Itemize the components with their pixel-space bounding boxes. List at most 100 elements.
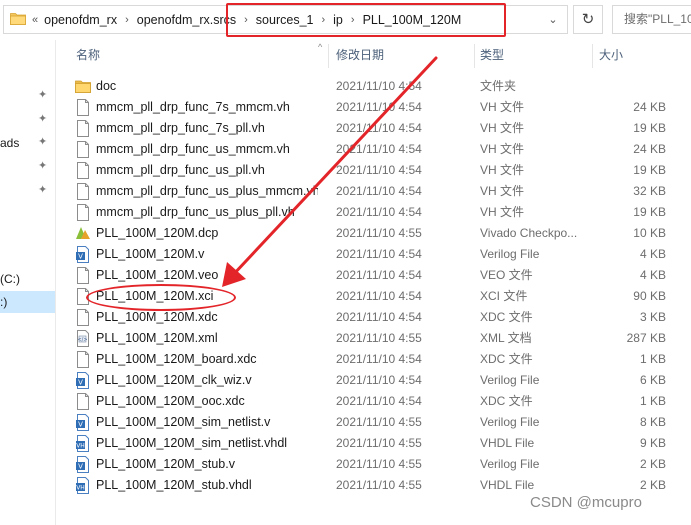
file-type: VHDL File (480, 436, 535, 450)
file-type: XCI 文件 (480, 289, 528, 303)
file-date: 2021/11/10 4:54 (336, 373, 422, 387)
file-name: mmcm_pll_drp_func_us_pll.vh (96, 163, 265, 177)
file-name: mmcm_pll_drp_func_us_plus_mmcm.vh (96, 184, 318, 198)
pin-icon[interactable]: ✦ (38, 113, 50, 125)
chevron-right-icon[interactable]: › (244, 14, 248, 26)
svg-text:V: V (78, 253, 83, 261)
breadcrumb-overflow-icon[interactable]: « (32, 14, 38, 26)
file-name: PLL_100M_120M_clk_wiz.v (96, 373, 252, 387)
svg-text:V: V (78, 379, 83, 387)
file-date: 2021/11/10 4:54 (336, 205, 422, 219)
file-name: mmcm_pll_drp_func_7s_pll.vh (96, 121, 265, 135)
file-type: VH 文件 (480, 205, 525, 219)
file-name-cell: PLL_100M_120M.veo (96, 265, 318, 286)
verilog-file-icon: V (75, 246, 91, 263)
file-size: 8 KB (639, 415, 666, 429)
column-header-date[interactable]: 修改日期 (330, 40, 476, 71)
file-type: Verilog File (480, 373, 540, 387)
file-row[interactable]: PLL_100M_120M_board.xdc 2021/11/10 4:54 XD… (56, 349, 691, 370)
file-row[interactable]: PLL_100M_120M_ooc.xdc 2021/11/10 4:54 XDC … (56, 391, 691, 412)
breadcrumb-item[interactable]: PLL_100M_120M (363, 13, 462, 27)
refresh-button[interactable]: ↻ (573, 5, 603, 34)
file-name: PLL_100M_120M.v (96, 247, 205, 261)
file-row[interactable]: mmcm_pll_drp_func_us_plus_pll.vh 2021/11/… (56, 202, 691, 223)
column-header-name[interactable]: 名称 (70, 40, 328, 71)
breadcrumb-item[interactable]: openofdm_rx.srcs (137, 13, 236, 27)
file-date: 2021/11/10 4:54 (336, 289, 422, 303)
file-size: 1 KB (639, 394, 666, 408)
breadcrumb-item[interactable]: ip (333, 13, 343, 27)
breadcrumb-item[interactable]: openofdm_rx (44, 13, 117, 27)
file-date: 2021/11/10 4:54 (336, 100, 422, 114)
file-type: XML 文档 (480, 331, 532, 345)
file-row[interactable]: mmcm_pll_drp_func_us_pll.vh 2021/11/10 4:… (56, 160, 691, 181)
vivado-checkpoint-icon (75, 225, 91, 242)
file-size: 4 KB (639, 247, 666, 261)
nav-item-selected[interactable]: :) (0, 291, 55, 313)
file-date: 2021/11/10 4:55 (336, 415, 422, 429)
pin-icon[interactable]: ✦ (38, 184, 50, 196)
file-date: 2021/11/10 4:54 (336, 247, 422, 261)
file-type: XDC 文件 (480, 310, 533, 324)
file-date: 2021/11/10 4:54 (336, 394, 422, 408)
file-icon (75, 162, 91, 179)
chevron-right-icon[interactable]: › (351, 14, 355, 26)
file-date: 2021/11/10 4:54 (336, 268, 422, 282)
file-row[interactable]: mmcm_pll_drp_func_7s_mmcm.vh 2021/11/10 4… (56, 97, 691, 118)
nav-item-drive-c[interactable]: (C:) (0, 272, 20, 286)
chevron-right-icon[interactable]: › (321, 14, 325, 26)
column-header-size[interactable]: 大小 (593, 40, 673, 71)
svg-text:VH: VH (76, 443, 85, 450)
file-row[interactable]: V PLL_100M_120M.v 2021/11/10 4:54 Verilog F… (56, 244, 691, 265)
file-row[interactable]: V PLL_100M_120M_clk_wiz.v 2021/11/10 4:54 V… (56, 370, 691, 391)
file-row[interactable]: V PLL_100M_120M_sim_netlist.v 2021/11/10 4… (56, 412, 691, 433)
file-row[interactable]: VH PLL_100M_120M_sim_netlist.vhdl 2021/11/… (56, 433, 691, 454)
chevron-down-icon[interactable]: ⌄ (542, 11, 564, 29)
file-name-cell: doc (96, 76, 318, 97)
file-date: 2021/11/10 4:55 (336, 478, 422, 492)
file-name-cell: PLL_100M_120M.xdc (96, 307, 318, 328)
file-row[interactable]: PLL_100M_120M.xci 2021/11/10 4:54 XCI 文件 90… (56, 286, 691, 307)
chevron-right-icon[interactable]: › (125, 14, 129, 26)
pin-icon[interactable]: ✦ (38, 136, 50, 148)
nav-item-label: :) (0, 295, 8, 309)
column-header-type[interactable]: 类型 (474, 40, 592, 71)
file-row[interactable]: mmcm_pll_drp_func_us_plus_mmcm.vh 2021/11… (56, 181, 691, 202)
breadcrumb-item[interactable]: sources_1 (256, 13, 314, 27)
file-icon (75, 267, 91, 284)
file-size: 4 KB (639, 268, 666, 282)
address-bar[interactable]: « openofdm_rx › openofdm_rx.srcs › sourc… (3, 5, 568, 34)
file-name: PLL_100M_120M.xci (96, 289, 214, 303)
file-name: PLL_100M_120M_board.xdc (96, 352, 257, 366)
column-divider[interactable] (328, 44, 329, 68)
file-icon (75, 309, 91, 326)
file-type: VEO 文件 (480, 268, 533, 282)
file-date: 2021/11/10 4:54 (336, 163, 422, 177)
file-row[interactable]: PLL_100M_120M.xdc 2021/11/10 4:54 XDC 文件 3 … (56, 307, 691, 328)
vhdl-file-icon: VH (75, 435, 91, 452)
file-row[interactable]: mmcm_pll_drp_func_7s_pll.vh 2021/11/10 4:… (56, 118, 691, 139)
file-name-cell: PLL_100M_120M_stub.v (96, 454, 318, 475)
file-row[interactable]: mmcm_pll_drp_func_us_mmcm.vh 2021/11/10 4… (56, 139, 691, 160)
file-date: 2021/11/10 4:54 (336, 184, 422, 198)
file-name: PLL_100M_120M_stub.vhdl (96, 478, 252, 492)
file-row[interactable]: doc 2021/11/10 4:54 文件夹 (56, 76, 691, 97)
pin-icon[interactable]: ✦ (38, 160, 50, 172)
nav-item-downloads[interactable]: ads (0, 136, 19, 150)
file-row[interactable]: PLL_100M_120M.dcp 2021/11/10 4:55 Vivado C… (56, 223, 691, 244)
file-row[interactable]: </> PLL_100M_120M.xml 2021/11/10 4:55 XML 文… (56, 328, 691, 349)
file-row[interactable]: VH PLL_100M_120M_stub.vhdl 2021/11/10 4:55… (56, 475, 691, 496)
file-name: PLL_100M_120M.xdc (96, 310, 218, 324)
file-size: 2 KB (639, 478, 666, 492)
file-name: mmcm_pll_drp_func_us_plus_pll.vh (96, 205, 295, 219)
file-row[interactable]: PLL_100M_120M.veo 2021/11/10 4:54 VEO 文件 4 … (56, 265, 691, 286)
file-name: PLL_100M_120M_sim_netlist.v (96, 415, 271, 429)
file-row[interactable]: V PLL_100M_120M_stub.v 2021/11/10 4:55 Veri… (56, 454, 691, 475)
file-name: PLL_100M_120M.xml (96, 331, 218, 345)
pin-icon[interactable]: ✦ (38, 89, 50, 101)
search-input[interactable]: 搜索"PLL_10 (612, 5, 691, 34)
file-name-cell: PLL_100M_120M_sim_netlist.vhdl (96, 433, 318, 454)
file-type: Vivado Checkpo... (480, 226, 578, 240)
verilog-file-icon: V (75, 414, 91, 431)
file-name-cell: PLL_100M_120M.dcp (96, 223, 318, 244)
